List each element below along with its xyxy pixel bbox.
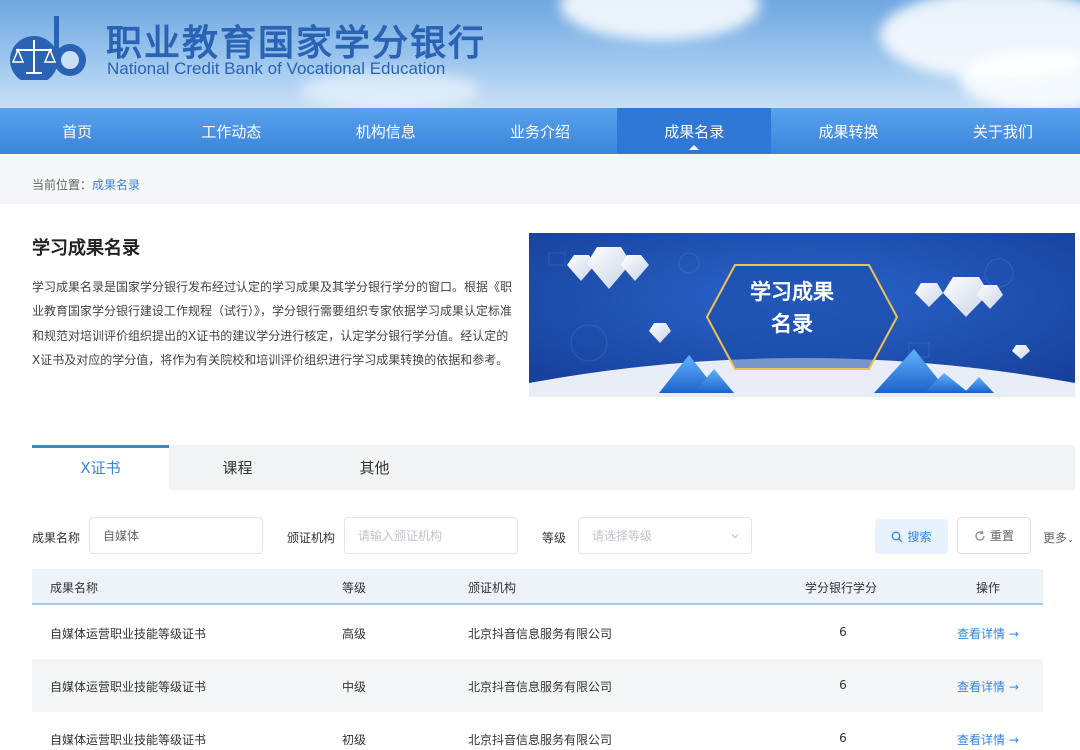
- table-row: 自媒体运营职业技能等级证书 中级 北京抖音信息服务有限公司 6 查看详情 →: [32, 659, 1043, 712]
- table-row: 自媒体运营职业技能等级证书 初级 北京抖音信息服务有限公司 6 查看详情 →: [32, 712, 1043, 750]
- tab-x-certificate[interactable]: X证书: [32, 445, 169, 490]
- cell-issuer: 北京抖音信息服务有限公司: [468, 627, 613, 641]
- nav-item-home[interactable]: 首页: [0, 108, 154, 154]
- nav-item-label: 首页: [62, 122, 93, 141]
- nav-item-directory[interactable]: 成果名录: [617, 108, 772, 154]
- chevron-down-icon: ⌄: [1067, 535, 1074, 544]
- more-filters-toggle[interactable]: 更多⌄: [1043, 529, 1074, 546]
- nav-item-news[interactable]: 工作动态: [154, 108, 308, 154]
- nav-item-label: 关于我们: [972, 122, 1033, 141]
- cell-name: 自媒体运营职业技能等级证书: [50, 680, 207, 694]
- column-header-issuer: 颁证机构: [468, 581, 517, 595]
- level-filter-label: 等级: [542, 531, 567, 545]
- nav-item-about[interactable]: 关于我们: [926, 108, 1080, 154]
- breadcrumb: 当前位置：成果名录: [32, 176, 140, 193]
- column-header-credit: 学分银行学分: [805, 581, 878, 595]
- table-row: 自媒体运营职业技能等级证书 高级 北京抖音信息服务有限公司 6 查看详情 →: [32, 606, 1043, 659]
- cell-name: 自媒体运营职业技能等级证书: [50, 627, 207, 641]
- page-title: 学习成果名录: [32, 238, 140, 259]
- nav-item-label: 业务介绍: [509, 122, 570, 141]
- cell-level: 初级: [342, 733, 367, 747]
- site-subtitle: National Credit Bank of Vocational Educa…: [107, 59, 446, 78]
- cell-credit: 6: [839, 678, 847, 692]
- view-details-link[interactable]: 查看详情 →: [957, 731, 1019, 748]
- tab-other[interactable]: 其他: [306, 445, 443, 490]
- site-header: 职业教育国家学分银行 National Credit Bank of Vocat…: [0, 0, 1080, 108]
- breadcrumb-current[interactable]: 成果名录: [92, 178, 140, 192]
- level-select-placeholder: 请选择等级: [592, 529, 653, 543]
- reset-button[interactable]: 重置: [957, 517, 1031, 554]
- reset-button-label: 重置: [989, 529, 1014, 543]
- directory-banner: 学习成果 名录: [529, 233, 1075, 397]
- issuer-filter-label: 颁证机构: [287, 531, 336, 545]
- issuer-filter-input[interactable]: 请输入颁证机构: [344, 517, 518, 554]
- breadcrumb-bar: 当前位置：成果名录: [0, 154, 1080, 204]
- cell-name: 自媒体运营职业技能等级证书: [50, 733, 207, 747]
- category-tabs: X证书 课程 其他: [32, 445, 1075, 490]
- name-filter-input[interactable]: 自媒体: [89, 517, 263, 554]
- breadcrumb-prefix: 当前位置：: [32, 178, 93, 192]
- nav-item-label: 机构信息: [355, 122, 416, 141]
- banner-title-line2: 名录: [771, 312, 813, 336]
- column-header-level: 等级: [342, 581, 367, 595]
- column-header-name: 成果名称: [50, 581, 99, 595]
- cell-issuer: 北京抖音信息服务有限公司: [468, 733, 613, 747]
- nav-item-conversion[interactable]: 成果转换: [771, 108, 925, 154]
- column-header-action: 操作: [976, 581, 1001, 595]
- nav-item-institutions[interactable]: 机构信息: [309, 108, 463, 154]
- view-details-link[interactable]: 查看详情 →: [957, 678, 1019, 695]
- table-header: 成果名称 等级 颁证机构 学分银行学分 操作: [32, 569, 1043, 605]
- name-filter-label: 成果名称: [32, 531, 81, 545]
- nav-item-label: 成果名录: [664, 122, 725, 141]
- intro-description: 学习成果名录是国家学分银行发布经过认定的学习成果及其学分银行学分的窗口。根据《职…: [32, 280, 513, 368]
- level-filter-select[interactable]: 请选择等级: [578, 517, 752, 554]
- nav-item-business[interactable]: 业务介绍: [463, 108, 617, 154]
- tab-course[interactable]: 课程: [169, 445, 306, 490]
- search-icon: [892, 531, 903, 542]
- tab-label: 课程: [222, 459, 253, 477]
- banner-title-line1: 学习成果: [750, 280, 834, 304]
- more-label: 更多: [1043, 531, 1068, 545]
- view-details-link[interactable]: 查看详情 →: [957, 625, 1019, 642]
- tab-label: X证书: [80, 459, 121, 477]
- nav-item-label: 成果转换: [818, 122, 879, 141]
- search-button[interactable]: 搜索: [875, 519, 948, 554]
- credit-bank-logo-icon[interactable]: [4, 10, 88, 80]
- cell-level: 高级: [342, 627, 367, 641]
- cell-level: 中级: [342, 680, 367, 694]
- nav-item-label: 工作动态: [201, 122, 262, 141]
- cell-credit: 6: [839, 731, 847, 745]
- cell-issuer: 北京抖音信息服务有限公司: [468, 680, 613, 694]
- tab-label: 其他: [359, 459, 390, 477]
- refresh-icon: [975, 530, 985, 541]
- main-nav: 首页 工作动态 机构信息 业务介绍 成果名录 成果转换 关于我们: [0, 108, 1080, 154]
- cell-credit: 6: [839, 625, 847, 639]
- search-button-label: 搜索: [907, 530, 932, 544]
- chevron-down-icon: [731, 534, 739, 539]
